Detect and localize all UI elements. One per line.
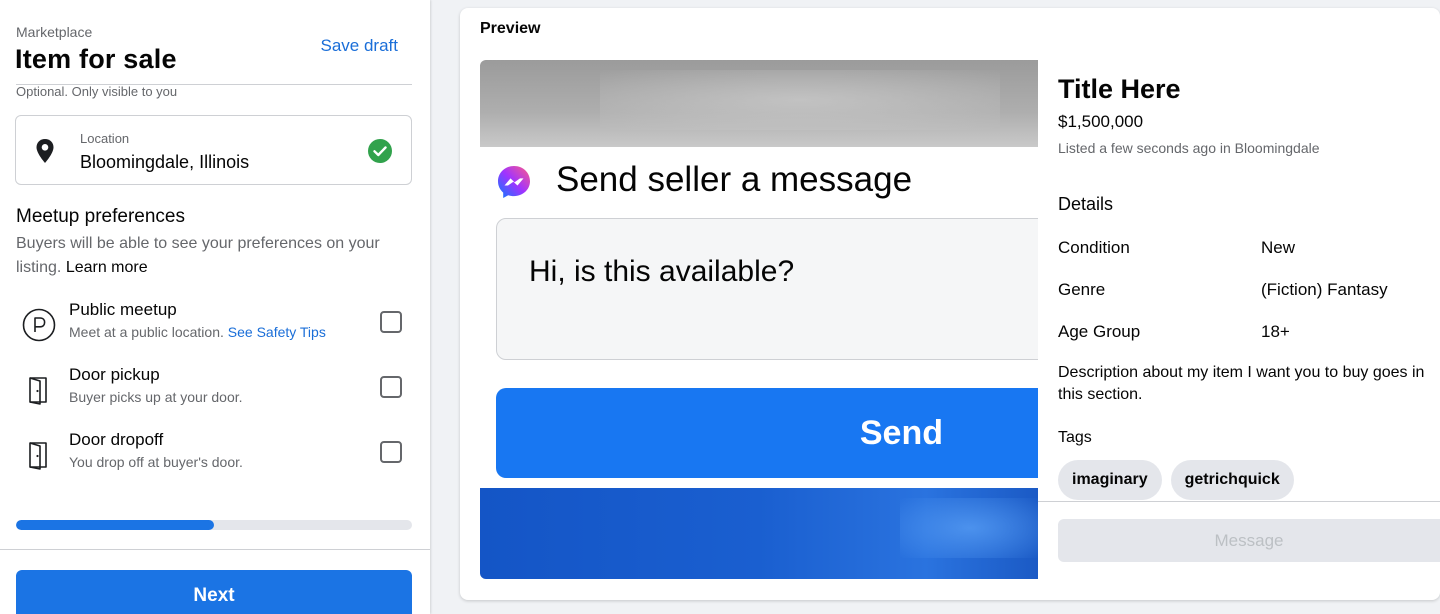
door-icon [29, 442, 47, 470]
meetup-preferences-heading: Meetup preferences [16, 206, 185, 227]
progress-bar [16, 520, 412, 530]
parking-icon [22, 308, 56, 342]
listing-details-panel: Title Here $1,500,000 Listed a few secon… [1038, 60, 1440, 579]
tag-list: imaginary getrichquick [1058, 460, 1294, 500]
door-icon [29, 377, 47, 405]
message-button[interactable]: Message [1058, 519, 1440, 562]
divider [0, 549, 430, 550]
messenger-icon [498, 166, 530, 198]
listing-title: Title Here [1058, 74, 1181, 104]
preview-heading: Preview [480, 20, 541, 37]
option-subtitle: Meet at a public location. See Safety Ti… [69, 324, 326, 340]
check-circle-icon [368, 139, 392, 163]
send-message-title: Send seller a message [556, 160, 913, 199]
option-subtitle: You drop off at buyer's door. [69, 454, 243, 470]
listing-price: $1,500,000 [1058, 112, 1144, 131]
detail-key: Genre [1058, 280, 1106, 299]
meetup-preferences-description: Buyers will be able to see your preferen… [16, 232, 396, 280]
tags-heading: Tags [1058, 429, 1092, 446]
message-text: Hi, is this available? [529, 255, 795, 288]
map-pin-icon [36, 139, 54, 163]
next-button[interactable]: Next [16, 570, 412, 614]
listing-photo: Send seller a message Hi, is this availa… [480, 60, 1038, 579]
optional-note: Optional. Only visible to you [16, 84, 178, 99]
page-title: Item for sale [15, 44, 177, 74]
meetup-option-door-dropoff[interactable]: Door dropoff You drop off at buyer's doo… [16, 430, 412, 490]
option-subtitle-text: Meet at a public location. [69, 324, 224, 340]
details-heading: Details [1058, 194, 1114, 214]
meetup-option-door-pickup[interactable]: Door pickup Buyer picks up at your door. [16, 365, 412, 425]
listing-description: Description about my item I want you to … [1058, 364, 1425, 403]
detail-value: (Fiction) Fantasy [1261, 280, 1388, 299]
safety-tips-link[interactable]: See Safety Tips [228, 324, 326, 340]
door-dropoff-checkbox[interactable] [380, 441, 402, 463]
option-subtitle: Buyer picks up at your door. [69, 389, 243, 405]
save-draft-button[interactable]: Save draft [321, 36, 399, 56]
listing-time-location: Listed a few seconds ago in Bloomingdale [1058, 140, 1320, 156]
blurred-photo-top [480, 60, 1038, 147]
send-button: Send [496, 388, 1038, 478]
public-meetup-checkbox[interactable] [380, 311, 402, 333]
message-input: Hi, is this available? [496, 218, 1038, 360]
door-pickup-checkbox[interactable] [380, 376, 402, 398]
meetup-option-public[interactable]: Public meetup Meet at a public location.… [16, 300, 412, 360]
detail-key: Condition [1058, 238, 1130, 257]
progress-fill [16, 520, 214, 530]
blurred-photo-bottom [480, 488, 1038, 579]
divider [1038, 501, 1440, 502]
option-title: Public meetup [69, 300, 177, 319]
option-title: Door pickup [69, 365, 160, 384]
option-title: Door dropoff [69, 430, 164, 449]
listing-editor-panel: Marketplace Item for sale Save draft Opt… [0, 0, 430, 614]
detail-value: New [1261, 238, 1296, 257]
breadcrumb[interactable]: Marketplace [16, 24, 92, 40]
location-label: Location [80, 131, 130, 146]
location-field[interactable]: Location Bloomingdale, Illinois [15, 115, 412, 185]
location-value: Bloomingdale, Illinois [80, 152, 250, 172]
detail-value: 18+ [1261, 322, 1290, 341]
tag-chip[interactable]: imaginary [1058, 460, 1162, 500]
tag-chip[interactable]: getrichquick [1170, 460, 1294, 500]
detail-key: Age Group [1058, 322, 1141, 341]
learn-more-link[interactable]: Learn more [66, 259, 148, 276]
